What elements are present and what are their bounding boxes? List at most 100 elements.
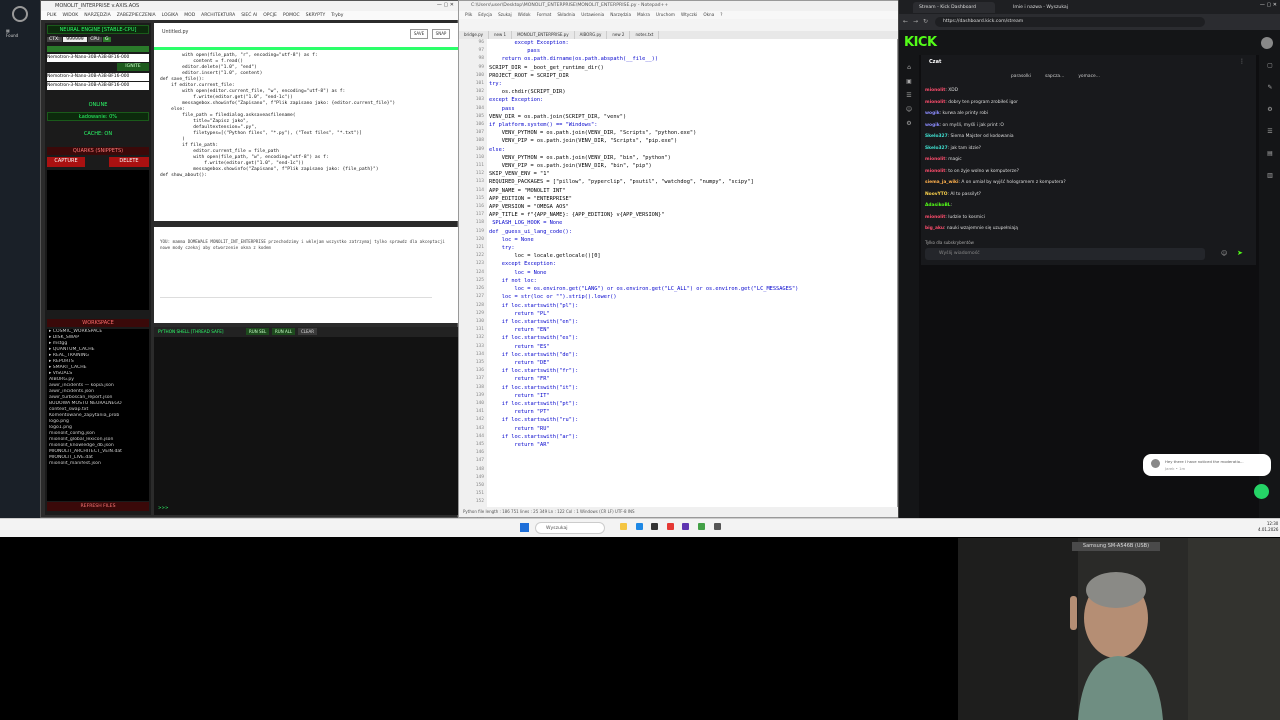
kick-logo[interactable]: KICK xyxy=(904,35,937,50)
clock[interactable]: 12:30 4.01.2026 xyxy=(1258,521,1278,533)
back-icon[interactable]: ← xyxy=(903,18,908,25)
chat-username[interactable]: big_aku xyxy=(925,226,944,231)
notepad-tab[interactable]: new 2 xyxy=(607,31,631,39)
run-all-button[interactable]: RUN ALL xyxy=(272,328,296,335)
app-menu-item[interactable]: Tryby xyxy=(331,13,343,18)
chat-username[interactable]: mionolit xyxy=(925,157,945,162)
app-menu-item[interactable]: SIEĆ AI xyxy=(241,13,257,18)
explorer-icon[interactable] xyxy=(620,523,627,530)
snap-button[interactable]: SNAP xyxy=(432,29,450,39)
chat-username[interactable]: mionolit xyxy=(925,100,945,105)
editor-code[interactable]: with open(file_path, "r", encoding="utf-… xyxy=(154,51,458,221)
taskbar-search[interactable]: Wyszukaj xyxy=(535,522,605,534)
reload-icon[interactable]: ↻ xyxy=(923,18,928,25)
edge-icon[interactable] xyxy=(635,523,643,530)
notepad-tab[interactable]: notes.txt xyxy=(630,31,660,39)
pinned-user[interactable]: parasolki xyxy=(1011,74,1031,79)
notification-toast[interactable]: Hey there I have noticed the moderatio..… xyxy=(1143,454,1271,476)
save-button[interactable]: SAVE xyxy=(410,29,428,39)
source-code[interactable]: except Exception: pass return os.path.di… xyxy=(489,39,897,507)
model-option[interactable]: Nemotron-3-Nano-30B-A3B-BF16-000 xyxy=(47,73,149,81)
notepad-icon[interactable] xyxy=(697,523,705,530)
desktop-shortcut[interactable]: ▦ Found xyxy=(6,28,34,54)
tool-icon-6[interactable]: ▥ xyxy=(1259,165,1280,187)
ctx-input[interactable]: 999999 xyxy=(63,37,87,42)
forward-icon[interactable]: → xyxy=(913,18,918,25)
chat-input[interactable]: Wyślij wiadomość xyxy=(925,248,1205,260)
tool-icon-4[interactable]: ☰ xyxy=(1259,121,1280,143)
chat-username[interactable]: mionolit xyxy=(925,169,945,174)
clear-button[interactable]: CLEAR xyxy=(298,328,318,335)
terminal-icon[interactable] xyxy=(651,523,659,530)
model-option-2[interactable]: Nemotron-3-Nano-30B-A3B-BF16-000 xyxy=(47,82,149,90)
nav-settings-icon[interactable]: ⚙ xyxy=(899,117,919,131)
editor-tab[interactable]: Untitled.py xyxy=(162,30,188,35)
address-bar[interactable]: https://dashboard.kick.com/stream xyxy=(935,17,1205,27)
chat-username[interactable]: wogik xyxy=(925,123,940,128)
app-menu-item[interactable]: LOGIKA xyxy=(162,13,179,18)
cpu-toggle[interactable]: CPU xyxy=(88,37,102,42)
notepad-tab[interactable]: bridge.py xyxy=(459,31,490,39)
app-menu-item[interactable]: ARCHITEKTURA xyxy=(201,13,235,18)
recorder-icon[interactable] xyxy=(666,523,674,530)
avatar[interactable] xyxy=(1261,37,1273,49)
browser-tab-search[interactable]: Imie i nazwa - Wyszukaj xyxy=(1007,2,1089,13)
chat-username[interactable]: Skelo327 xyxy=(925,146,948,151)
notepad-menu-item[interactable]: Edycja xyxy=(478,12,492,17)
notepad-menu-item[interactable]: Narzędzia xyxy=(610,12,631,17)
start-icon[interactable] xyxy=(520,523,529,532)
nav-users-icon[interactable]: ☺ xyxy=(899,103,919,117)
chat-username[interactable]: wogik xyxy=(925,111,940,116)
app-menu-item[interactable]: PLIK xyxy=(47,13,57,18)
notepad-menu-item[interactable]: Plik xyxy=(465,12,472,17)
notepad-menu-item[interactable]: Format xyxy=(537,12,552,17)
notepad-menu-item[interactable]: Uruchom xyxy=(656,12,675,17)
chat-username[interactable]: mionolit xyxy=(925,215,945,220)
app-menu-item[interactable]: MOD xyxy=(184,13,195,18)
tool-icon-2[interactable]: ✎ xyxy=(1259,77,1280,99)
notepad-menu-item[interactable]: Makra xyxy=(637,12,650,17)
workspace-file[interactable]: mionolit_manifest.json xyxy=(49,461,149,467)
nav-stream-icon[interactable]: ▣ xyxy=(899,75,919,89)
settings-icon[interactable] xyxy=(12,6,28,22)
shell-prompt[interactable]: >>> xyxy=(158,505,169,510)
emote-icon[interactable]: ☺ xyxy=(1221,250,1227,257)
window-controls[interactable]: — ▢ ✕ xyxy=(437,2,454,8)
obs-icon[interactable] xyxy=(713,523,721,530)
notepad-menu-item[interactable]: Składnia xyxy=(557,12,575,17)
notepad-menu-item[interactable]: Ustawienia xyxy=(581,12,604,17)
notepad-tab[interactable]: AIBORG.py xyxy=(575,31,608,39)
chat-username[interactable]: Skelo327 xyxy=(925,134,948,139)
tool-icon-3[interactable]: ⚙ xyxy=(1259,99,1280,121)
app-icon[interactable] xyxy=(682,523,690,530)
chat-username[interactable]: siema_ja_wiki xyxy=(925,180,958,185)
app-menu-item[interactable]: NARZĘDZIA xyxy=(84,13,110,18)
chat-username[interactable]: AdasikoBL xyxy=(925,203,951,208)
ignite-button[interactable]: IGNITE xyxy=(117,63,149,71)
browser-window-controls[interactable]: — ▢ ✕ xyxy=(1260,2,1277,8)
notepad-menu-item[interactable]: Widok xyxy=(518,12,531,17)
refresh-files-button[interactable]: REFRESH FILES xyxy=(47,502,149,511)
notepad-tab[interactable]: MONOLIT_ENTERPRISE.py xyxy=(512,31,575,39)
run-sel-button[interactable]: RUN SEL xyxy=(246,328,270,335)
send-icon[interactable]: ➤ xyxy=(1237,249,1243,257)
console-input[interactable] xyxy=(160,297,432,318)
nav-chat-icon[interactable]: ☰ xyxy=(899,89,919,103)
tool-icon-1[interactable]: ▢ xyxy=(1259,55,1280,77)
quarks-list[interactable] xyxy=(47,170,149,310)
notepad-menu-item[interactable]: Okna xyxy=(703,12,714,17)
delete-button[interactable]: DELETE xyxy=(109,157,149,167)
chat-username[interactable]: mionolit xyxy=(925,88,945,93)
chat-menu-icon[interactable]: ⋮ xyxy=(1239,58,1245,65)
capture-button[interactable]: CAPTURE xyxy=(47,157,85,167)
model-select[interactable]: Nemotron-3-Nano-30B-A3B-BF16-000 xyxy=(47,54,149,62)
app-menu-item[interactable]: ZABEZPIECZENIA xyxy=(117,13,156,18)
nav-home-icon[interactable]: ⌂ xyxy=(899,61,919,75)
whatsapp-icon[interactable] xyxy=(1254,484,1269,499)
app-menu-item[interactable]: WIDOK xyxy=(63,13,79,18)
notepad-tab[interactable]: new 1 xyxy=(489,31,513,39)
notepad-menu-item[interactable]: ? xyxy=(720,12,722,17)
app-menu-item[interactable]: POMOC xyxy=(283,13,300,18)
pinned-user[interactable]: sapcza... xyxy=(1045,74,1064,79)
app-menu-item[interactable]: SKRYPTY xyxy=(306,13,326,18)
